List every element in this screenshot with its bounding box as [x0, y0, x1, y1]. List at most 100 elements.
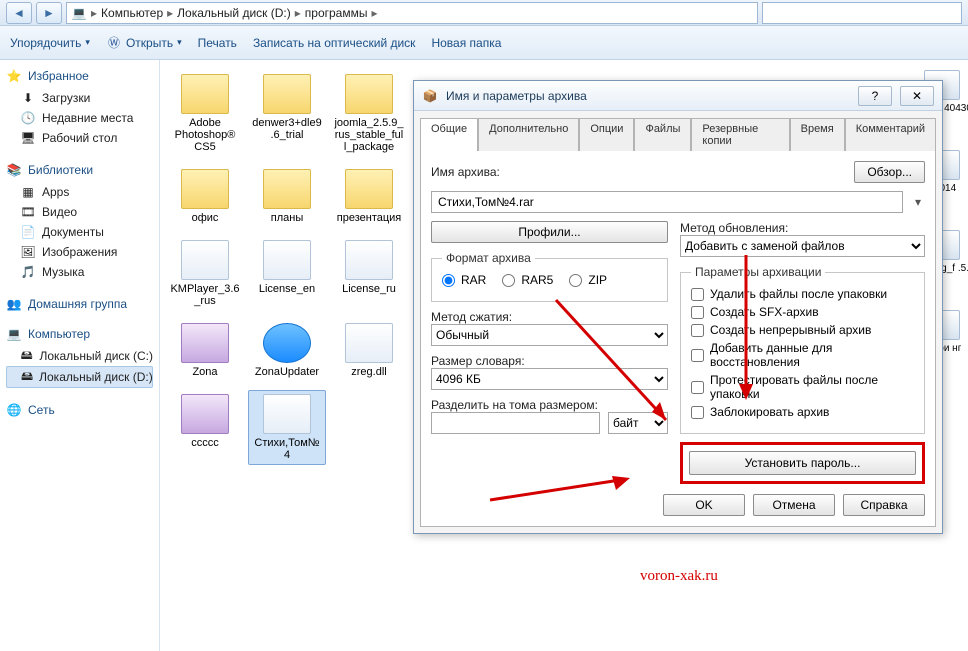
- profiles-button[interactable]: Профили...: [431, 221, 668, 243]
- set-password-button[interactable]: Установить пароль...: [689, 451, 916, 475]
- param-lock[interactable]: Заблокировать архив: [691, 405, 914, 419]
- file-item-selected[interactable]: Стихи,Том№4: [248, 390, 326, 465]
- sidebar-item-music[interactable]: 🎵Музыка: [6, 262, 153, 282]
- sidebar-item-downloads[interactable]: ⬇Загрузки: [6, 88, 153, 108]
- network-icon: 🌐: [6, 402, 22, 418]
- param-test[interactable]: Протестировать файлы после упаковки: [691, 373, 914, 401]
- newfolder-button[interactable]: Новая папка: [431, 36, 501, 50]
- cancel-button[interactable]: Отмена: [753, 494, 835, 516]
- update-method-select[interactable]: Добавить с заменой файлов: [680, 235, 925, 257]
- sidebar-item-desktop[interactable]: 🖥Рабочий стол: [6, 128, 153, 148]
- browse-button[interactable]: Обзор...: [854, 161, 925, 183]
- help-button[interactable]: Справка: [843, 494, 925, 516]
- download-icon: ⬇: [20, 90, 36, 106]
- computer-icon: 💻: [71, 5, 87, 21]
- param-delete[interactable]: Удалить файлы после упаковки: [691, 287, 914, 301]
- music-icon: 🎵: [20, 264, 36, 280]
- crumb-3[interactable]: программы: [305, 6, 368, 20]
- favorites-header[interactable]: ⭐Избранное: [6, 68, 153, 84]
- file-item[interactable]: denwer3+dle9.6_trial: [248, 70, 326, 157]
- file-item[interactable]: ZonaUpdater: [248, 319, 326, 382]
- sidebar-item-apps[interactable]: ▦Apps: [6, 182, 153, 202]
- drive-icon: 🖴: [21, 369, 33, 385]
- format-zip[interactable]: ZIP: [569, 273, 607, 287]
- format-rar5[interactable]: RAR5: [502, 273, 553, 287]
- tab-general[interactable]: Общие: [420, 118, 478, 151]
- dialog-tabs: Общие Дополнительно Опции Файлы Резервны…: [414, 111, 942, 150]
- tab-backup[interactable]: Резервные копии: [691, 118, 789, 151]
- network-header[interactable]: 🌐Сеть: [6, 402, 153, 418]
- dialog-title: Имя и параметры архива: [446, 89, 850, 103]
- sidebar-item-recent[interactable]: 🕓Недавние места: [6, 108, 153, 128]
- sidebar-item-images[interactable]: 🖼Изображения: [6, 242, 153, 262]
- word-icon: Ⓦ: [106, 35, 122, 51]
- titlebar: ◄ ► 💻 ▸ Компьютер ▸ Локальный диск (D:) …: [0, 0, 968, 26]
- annotation-arrow: [480, 470, 640, 510]
- doc-icon: 📄: [20, 224, 36, 240]
- nav-forward-button[interactable]: ►: [36, 2, 62, 24]
- computer-icon: 💻: [6, 326, 22, 342]
- winrar-icon: 📦: [422, 88, 438, 104]
- param-sfx[interactable]: Создать SFX-архив: [691, 305, 914, 319]
- star-icon: ⭐: [6, 68, 22, 84]
- ok-button[interactable]: OK: [663, 494, 745, 516]
- file-item[interactable]: презентация: [330, 165, 408, 228]
- library-icon: 📚: [6, 162, 22, 178]
- tab-advanced[interactable]: Дополнительно: [478, 118, 579, 151]
- computer-header[interactable]: 💻Компьютер: [6, 326, 153, 342]
- file-item[interactable]: KMPlayer_3.6_rus: [166, 236, 244, 311]
- file-item[interactable]: ссссс: [166, 390, 244, 465]
- params-fieldset: Параметры архивации Удалить файлы после …: [680, 265, 925, 434]
- apps-icon: ▦: [20, 184, 36, 200]
- file-item[interactable]: Adobe Photoshop® CS5: [166, 70, 244, 157]
- sidebar-item-drive-d[interactable]: 🖴Локальный диск (D:): [6, 366, 153, 388]
- drive-icon: 🖴: [20, 348, 33, 364]
- sidebar-item-video[interactable]: 🎞Видео: [6, 202, 153, 222]
- nav-back-button[interactable]: ◄: [6, 2, 32, 24]
- dropdown-icon[interactable]: ▾: [911, 195, 925, 209]
- video-icon: 🎞: [20, 204, 36, 220]
- watermark: voron-xak.ru: [640, 568, 718, 585]
- file-item[interactable]: joomla_2.5.9_rus_stable_full_package: [330, 70, 408, 157]
- toolbar: Упорядочить▾ ⓌОткрыть▾ Печать Записать н…: [0, 26, 968, 60]
- homegroup-header[interactable]: 👥Домашняя группа: [6, 296, 153, 312]
- archive-name-input[interactable]: [431, 191, 903, 213]
- file-item[interactable]: zreg.dll: [330, 319, 408, 382]
- file-item[interactable]: офис: [166, 165, 244, 228]
- print-button[interactable]: Печать: [198, 36, 237, 50]
- annotation-arrow: [731, 250, 761, 410]
- archive-name-label: Имя архива:: [431, 165, 500, 179]
- dialog-titlebar[interactable]: 📦 Имя и параметры архива ? ✕: [414, 81, 942, 111]
- password-highlight: Установить пароль...: [680, 442, 925, 484]
- image-icon: 🖼: [20, 244, 36, 260]
- param-solid[interactable]: Создать непрерывный архив: [691, 323, 914, 337]
- file-item[interactable]: планы: [248, 165, 326, 228]
- crumb-2[interactable]: Локальный диск (D:): [177, 6, 291, 20]
- file-item[interactable]: Zona: [166, 319, 244, 382]
- libraries-header[interactable]: 📚Библиотеки: [6, 162, 153, 178]
- param-recovery[interactable]: Добавить данные для восстановления: [691, 341, 914, 369]
- update-method-label: Метод обновления:: [680, 221, 925, 235]
- recent-icon: 🕓: [20, 110, 36, 126]
- burn-button[interactable]: Записать на оптический диск: [253, 36, 416, 50]
- tab-options[interactable]: Опции: [579, 118, 634, 151]
- annotation-arrow: [546, 290, 686, 440]
- crumb-1[interactable]: Компьютер: [101, 6, 163, 20]
- tab-files[interactable]: Файлы: [634, 118, 691, 151]
- open-button[interactable]: ⓌОткрыть▾: [106, 35, 182, 51]
- file-item[interactable]: License_en: [248, 236, 326, 311]
- breadcrumb[interactable]: 💻 ▸ Компьютер ▸ Локальный диск (D:) ▸ пр…: [66, 2, 758, 24]
- homegroup-icon: 👥: [6, 296, 22, 312]
- file-item[interactable]: License_ru: [330, 236, 408, 311]
- help-button[interactable]: ?: [858, 86, 892, 106]
- sidebar-item-drive-c[interactable]: 🖴Локальный диск (C:): [6, 346, 153, 366]
- format-rar[interactable]: RAR: [442, 273, 486, 287]
- search-input[interactable]: [762, 2, 962, 24]
- organize-button[interactable]: Упорядочить▾: [10, 36, 90, 50]
- tab-comment[interactable]: Комментарий: [845, 118, 936, 151]
- sidebar: ⭐Избранное ⬇Загрузки 🕓Недавние места 🖥Ра…: [0, 60, 160, 651]
- desktop-icon: 🖥: [20, 130, 36, 146]
- sidebar-item-docs[interactable]: 📄Документы: [6, 222, 153, 242]
- tab-time[interactable]: Время: [790, 118, 845, 151]
- close-button[interactable]: ✕: [900, 86, 934, 106]
